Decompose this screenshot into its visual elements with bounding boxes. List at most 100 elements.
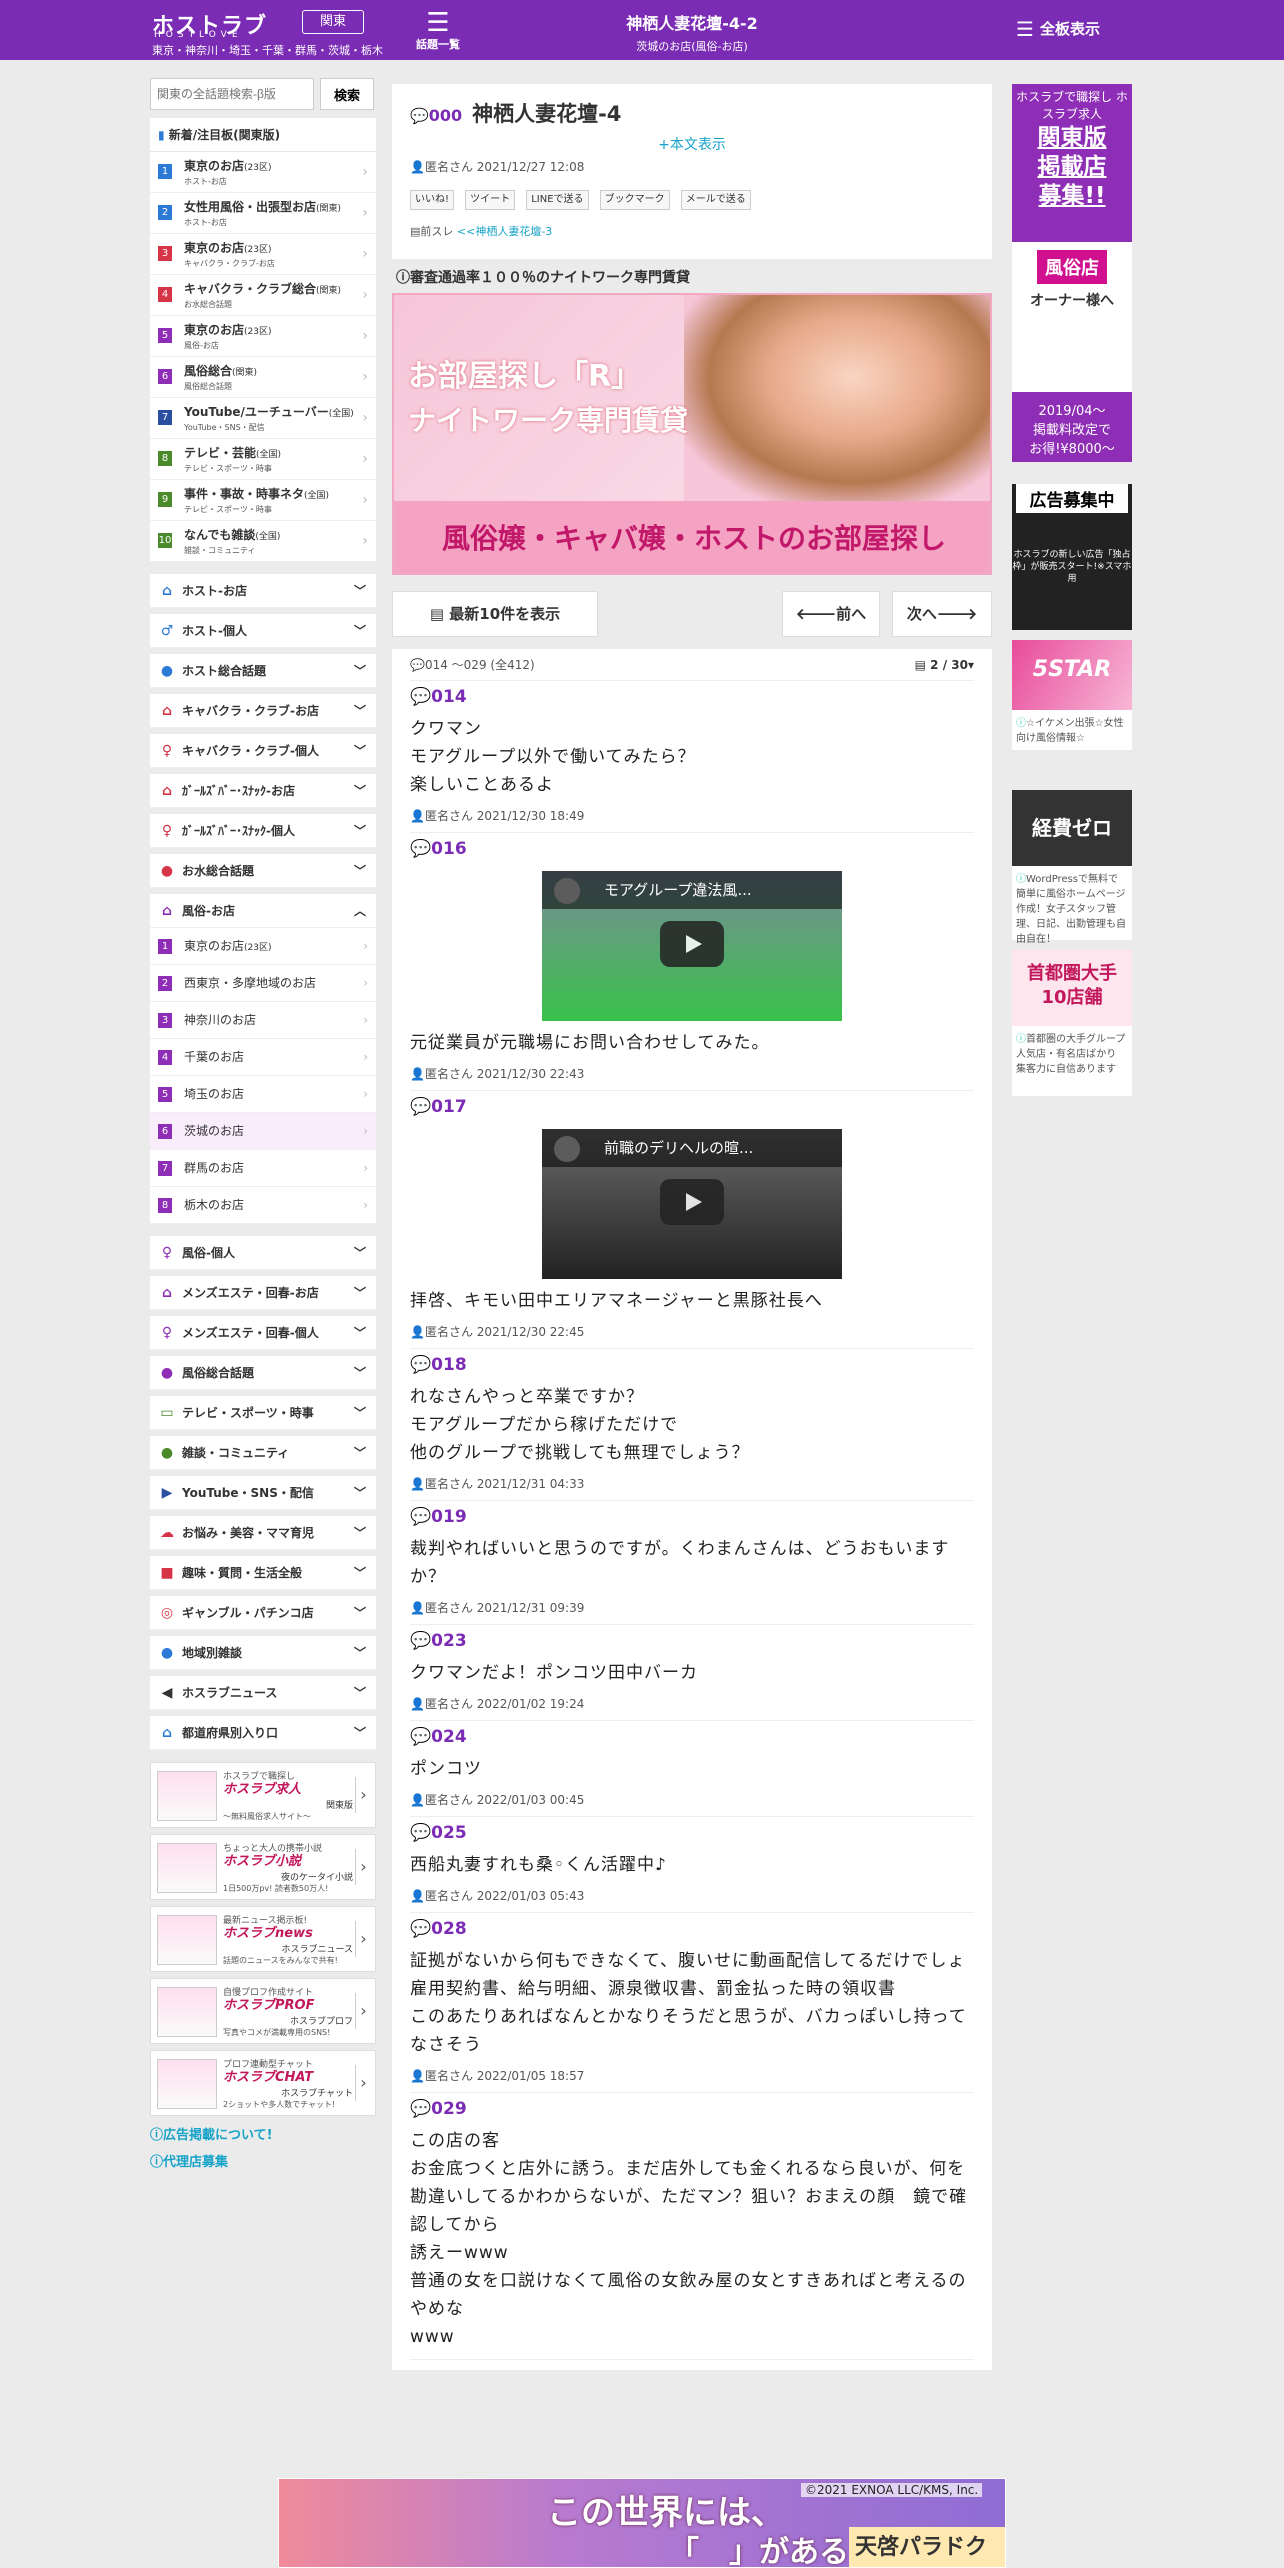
page-selector[interactable]: ▤ 2 / 30▾	[915, 649, 974, 681]
recruit-ad[interactable]: ホスラブで職探し ホスラブ求人 関東版 掲載店 募集!! 風俗店 オーナー様へ …	[1012, 84, 1132, 462]
tweet-button[interactable]: ツイート	[465, 190, 516, 210]
sub-category-item[interactable]: 8 栃木のお店 ›	[150, 1187, 376, 1224]
category-item[interactable]: ● お水総合話題 ﹀	[150, 854, 376, 888]
category-item[interactable]: ■ 趣味・質問・生活全般 ﹀	[150, 1556, 376, 1590]
sub-category-item[interactable]: 5 埼玉のお店 ›	[150, 1076, 376, 1113]
reply-number[interactable]: 💬028	[410, 1919, 974, 1939]
chevron-down-icon: ﹀	[353, 1246, 366, 1260]
hot-board-item[interactable]: 7 YouTube/ユーチューバー(全国) YouTube・SNS・配信 ›	[150, 398, 376, 439]
category-label: ギャンブル・パチンコ店	[182, 1606, 314, 1620]
reply-number[interactable]: 💬023	[410, 1631, 974, 1651]
facebook-like-button[interactable]: いいね!	[410, 190, 455, 210]
line-send-button[interactable]: LINEで送る	[526, 190, 589, 210]
agency-link[interactable]: ⓘ代理店募集	[150, 2151, 376, 2170]
reply-number[interactable]: 💬018	[410, 1355, 974, 1375]
sub-category-item[interactable]: 6 茨城のお店 ›	[150, 1113, 376, 1150]
promo-banner[interactable]: ちょっと大人の携帯小説 ホスラブ小説 夜のケータイ小説 1日500万pv! 読者数50…	[150, 1834, 376, 1900]
rank-badge: 3	[158, 1013, 172, 1028]
reply-meta: 👤匿名さん 2021/12/31 09:39	[410, 1601, 585, 1615]
five-star-ad[interactable]: 5STAR ⓘ☆イケメン出張☆女性向け風俗情報☆	[1012, 640, 1132, 750]
rank-badge: 6	[158, 1124, 172, 1139]
sub-category-item[interactable]: 3 神奈川のお店 ›	[150, 1002, 376, 1039]
category-item[interactable]: ⌂ ｶﾞｰﾙｽﾞﾊﾞｰ･ｽﾅｯｸ-お店 ﹀	[150, 774, 376, 808]
document-icon: ▤	[914, 658, 926, 672]
next-button[interactable]: 次へ🡒	[892, 591, 992, 637]
play-icon[interactable]	[660, 921, 724, 967]
category-item[interactable]: ⌂ メンズエステ・回春-お店 ﹀	[150, 1276, 376, 1310]
full-board-button[interactable]: ☰ 全板表示	[1016, 17, 1100, 41]
topics-list-button[interactable]: ☰ 話題一覧	[414, 10, 462, 52]
category-item[interactable]: ▭ テレビ・スポーツ・時事 ﹀	[150, 1396, 376, 1430]
reply-number[interactable]: 💬025	[410, 1823, 974, 1843]
category-item[interactable]: ♂ ホスト-個人 ﹀	[150, 614, 376, 648]
show-body-toggle[interactable]: +本文表示	[410, 134, 974, 154]
reply-number[interactable]: 💬014	[410, 687, 974, 707]
reply-date: 2021/12/30 22:43	[476, 1067, 585, 1081]
region-button[interactable]: 関東	[302, 10, 364, 34]
category-item[interactable]: ⌂ 都道府県別入り口 ﹀	[150, 1716, 376, 1750]
promo-thumbnail	[157, 1987, 217, 2037]
chevron-down-icon: ﹀	[353, 1286, 366, 1300]
sub-category-item[interactable]: 4 千葉のお店 ›	[150, 1039, 376, 1076]
bar-chart-icon: ▮	[158, 128, 165, 142]
video-embed[interactable]: モアグループ違法風...	[542, 871, 842, 1021]
mail-send-button[interactable]: メールで送る	[680, 190, 751, 210]
promo-banner[interactable]: ホスラブで職探し ホスラブ求人 関東版 〜無料風俗求人サイト〜 ›	[150, 1762, 376, 1828]
latest-10-button[interactable]: ▤ 最新10件を表示	[392, 591, 598, 637]
category-item[interactable]: ♀ ｶﾞｰﾙｽﾞﾊﾞｰ･ｽﾅｯｸ-個人 ﹀	[150, 814, 376, 848]
hot-board-item[interactable]: 8 テレビ・芸能(全国) テレビ・スポーツ・時事 ›	[150, 439, 376, 480]
search-input[interactable]	[150, 78, 314, 110]
promo-top: 自慢プロフ作成サイト	[223, 1988, 314, 1998]
category-item[interactable]: ● ホスト総合話題 ﹀	[150, 654, 376, 688]
previous-thread-link[interactable]: <<神栖人妻花壇-3	[457, 225, 552, 238]
rental-ad-banner[interactable]: お部屋探し「R」 ナイトワーク専門賃貸 風俗嬢・キャバ嬢・ホストのお部屋探し	[392, 293, 992, 575]
bottom-game-ad[interactable]: ©2021 EXNOA LLC/KMS, Inc. この世界には、 「 」がある…	[278, 2478, 1006, 2568]
hot-board-item[interactable]: 2 女性用風俗・出張型お店(関東) ホスト-お店 ›	[150, 193, 376, 234]
hot-board-item[interactable]: 5 東京のお店(23区) 風俗-お店 ›	[150, 316, 376, 357]
sub-category-item[interactable]: 1 東京のお店(23区) ›	[150, 928, 376, 965]
category-item[interactable]: ● 地域別雑談 ﹀	[150, 1636, 376, 1670]
reply-number[interactable]: 💬024	[410, 1727, 974, 1747]
promo-banner[interactable]: プロフ連動型チャット ホスラブCHAT ホスラブチャット 2ショットや多人数でチャット…	[150, 2050, 376, 2116]
category-item[interactable]: ☁ お悩み・美容・ママ育児 ﹀	[150, 1516, 376, 1550]
hot-board-item[interactable]: 1 東京のお店(23区) ホスト-お店 ›	[150, 152, 376, 193]
promo-banner[interactable]: 最新ニュース掲示板! ホスラブnews ホスラブニュース 話題のニュースをみんなで共有…	[150, 1906, 376, 1972]
hot-board-item[interactable]: 10 なんでも雑談(全国) 雑談・コミュニティ ›	[150, 521, 376, 562]
reply-number[interactable]: 💬029	[410, 2099, 974, 2119]
category-item[interactable]: ◎ ギャンブル・パチンコ店 ﹀	[150, 1596, 376, 1630]
hot-board-item[interactable]: 9 事件・事故・時事ネタ(全国) テレビ・スポーツ・時事 ›	[150, 480, 376, 521]
hot-board-item[interactable]: 4 キャバクラ・クラブ総合(関東) お水総合話題 ›	[150, 275, 376, 316]
category-item[interactable]: ▶ YouTube・SNS・配信 ﹀	[150, 1476, 376, 1510]
sub-category-item[interactable]: 2 西東京・多摩地域のお店 ›	[150, 965, 376, 1002]
ad-info-link[interactable]: ⓘ広告掲載について!	[150, 2124, 376, 2143]
bookmark-button[interactable]: ブックマーク	[599, 190, 670, 210]
search-button[interactable]: 検索	[320, 78, 374, 110]
hot-board-desc: 風俗総合話題	[184, 382, 232, 391]
category-item[interactable]: ● 雑談・コミュニティ ﹀	[150, 1436, 376, 1470]
reply-number[interactable]: 💬019	[410, 1507, 974, 1527]
category-item[interactable]: ⌂ キャバクラ・クラブ-お店 ﹀	[150, 694, 376, 728]
thread-title: 神栖人妻花壇-4	[472, 102, 622, 126]
reply-number[interactable]: 💬017	[410, 1097, 974, 1117]
hot-board-item[interactable]: 3 東京のお店(23区) キャバクラ・クラブ-お店 ›	[150, 234, 376, 275]
video-embed[interactable]: 前職のデリヘルの暄...	[542, 1129, 842, 1279]
sub-category-item[interactable]: 7 群馬のお店 ›	[150, 1150, 376, 1187]
category-label: YouTube・SNS・配信	[182, 1486, 314, 1500]
category-item[interactable]: ◀ ホスラブニュース ﹀	[150, 1676, 376, 1710]
category-item[interactable]: ♀ キャバクラ・クラブ-個人 ﹀	[150, 734, 376, 768]
reply-number[interactable]: 💬016	[410, 839, 974, 859]
wordpress-ad[interactable]: 経費ゼロ ⓘWordPressで無料で簡単に風俗ホームページ作成！女子スタッフ管…	[1012, 790, 1132, 945]
play-icon[interactable]	[660, 1179, 724, 1225]
category-item[interactable]: ● 風俗総合話題 ﹀	[150, 1356, 376, 1390]
hot-board-desc: ホスト-お店	[184, 218, 227, 227]
prev-button[interactable]: 🡐前へ	[782, 591, 880, 637]
category-open[interactable]: ⌂ 風俗-お店 ︿	[150, 894, 376, 928]
category-item[interactable]: ♀ 風俗-個人 ﹀	[150, 1236, 376, 1270]
category-item[interactable]: ♀ メンズエステ・回春-個人 ﹀	[150, 1316, 376, 1350]
promo-banner[interactable]: 自慢プロフ作成サイト ホスラブPROF ホスラブプロフ 写真やコメが満載専用のSNS!…	[150, 1978, 376, 2044]
hot-board-item[interactable]: 6 風俗総合(関東) 風俗総合話題 ›	[150, 357, 376, 398]
info-icon: ⓘ	[396, 270, 410, 286]
exclusive-ad[interactable]: 広告募集中 ホスラブの新しい広告「独占枠」が販売スタート!※スマホ用	[1012, 484, 1132, 630]
metro-ad[interactable]: 首都圏大手 10店舗 ⓘ首都圏の大手グループ 人気店・有名店ばかり 集客力に自信…	[1012, 950, 1132, 1096]
category-item[interactable]: ⌂ ホスト-お店 ﹀	[150, 574, 376, 608]
